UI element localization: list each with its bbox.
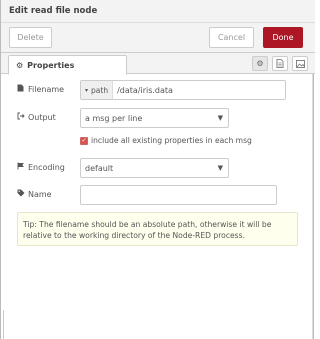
include-props-checkbox[interactable]: ✓ (80, 137, 88, 145)
caret-down-icon: ▾ (85, 86, 89, 94)
filename-type-button[interactable]: ▾ path (81, 81, 114, 99)
button-bar: Delete Cancel Done (1, 23, 315, 53)
encoding-label: Encoding (17, 162, 65, 172)
tray-header: Edit read file node (1, 0, 315, 23)
tab-properties-icon[interactable]: ⚙ (252, 56, 268, 71)
flag-icon (17, 162, 28, 172)
chevron-down-icon: ▼ (217, 164, 223, 172)
output-select[interactable]: a msg per line ▼ (80, 108, 229, 128)
encoding-select[interactable]: default ▼ (80, 158, 229, 178)
delete-button[interactable]: Delete (9, 27, 52, 48)
filename-label: Filename (17, 84, 64, 94)
tab-description[interactable] (272, 56, 288, 71)
output-label-text: Output (28, 112, 56, 122)
tag-icon (17, 189, 28, 199)
output-value: a msg per line (85, 113, 143, 123)
done-button[interactable]: Done (263, 27, 303, 48)
picture-icon (295, 59, 305, 68)
chevron-down-icon: ▼ (217, 114, 223, 122)
file-icon (17, 84, 28, 94)
filename-value: /data/iris.data (117, 85, 173, 95)
cancel-button[interactable]: Cancel (209, 27, 254, 48)
name-input[interactable] (80, 185, 277, 205)
edit-tray: Edit read file node Delete Cancel Done ⚙… (0, 0, 315, 339)
output-label: Output (17, 112, 56, 122)
filename-label-text: Filename (28, 84, 65, 94)
file-text-icon (276, 59, 284, 68)
name-label-text: Name (28, 189, 52, 199)
tray-title: Edit read file node (9, 6, 98, 16)
resize-grip[interactable] (3, 310, 4, 339)
include-props-label: include all existing properties in each … (91, 136, 252, 145)
tab-properties[interactable]: ⚙ Properties (8, 55, 127, 75)
name-label: Name (17, 189, 52, 199)
scrollbar-track (312, 74, 313, 339)
tab-properties-label: Properties (27, 60, 75, 70)
tabs-bar: ⚙ Properties ⚙ (1, 53, 315, 75)
gear-icon: ⚙ (256, 59, 264, 68)
tip-box: Tip: The filename should be an absolute … (17, 212, 298, 246)
encoding-value: default (85, 163, 114, 173)
filename-input[interactable]: ▾ path /data/iris.data (80, 80, 286, 100)
gear-icon: ⚙ (16, 60, 24, 70)
sign-out-icon (17, 112, 28, 122)
encoding-label-text: Encoding (28, 162, 65, 172)
tab-appearance[interactable] (292, 56, 308, 71)
filename-type-label: path (91, 85, 109, 95)
